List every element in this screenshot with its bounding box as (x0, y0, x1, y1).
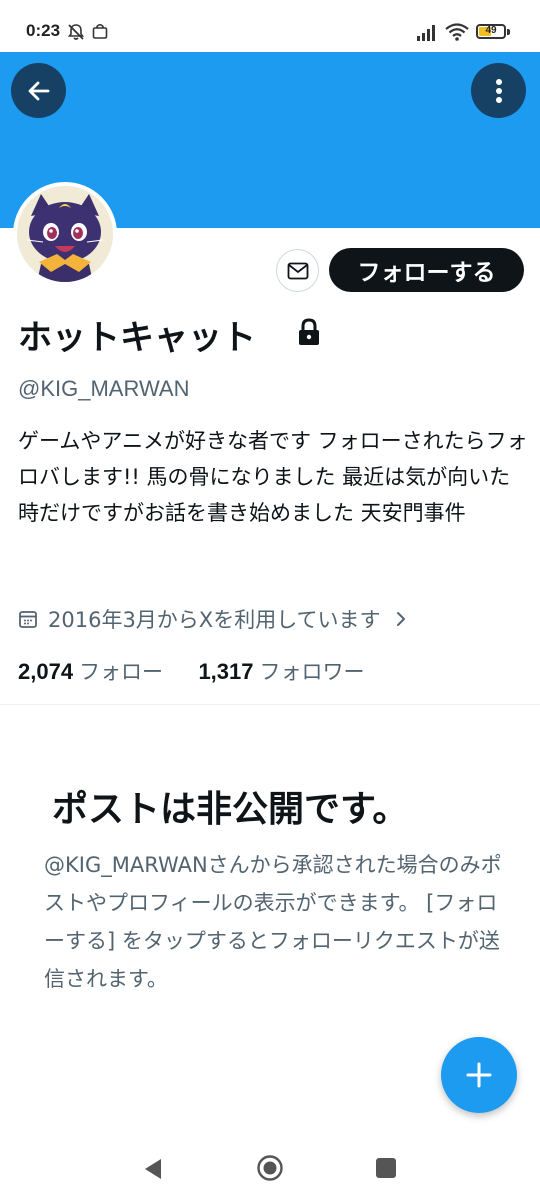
calendar-icon (19, 611, 37, 628)
compose-button[interactable] (441, 1037, 517, 1113)
follow-button[interactable]: フォローする (329, 248, 524, 292)
shopping-bag-icon (92, 23, 108, 39)
system-nav-bar (0, 1140, 540, 1200)
nav-home-icon[interactable] (256, 1154, 284, 1182)
wifi-icon (445, 23, 469, 41)
vertical-dots-icon (495, 78, 502, 103)
mute-bell-icon (67, 24, 85, 40)
handle: @KIG_MARWAN (18, 376, 190, 401)
envelope-icon (287, 262, 308, 279)
chevron-right-icon (396, 612, 405, 626)
plus-icon (466, 1062, 492, 1088)
followers-link[interactable]: 1,317 フォロワー (198, 659, 365, 684)
message-button[interactable] (276, 249, 319, 292)
more-options-button[interactable] (471, 63, 526, 118)
following-label: フォロー (79, 660, 164, 684)
divider (0, 704, 540, 705)
arrow-left-icon (28, 81, 49, 100)
avatar[interactable] (13, 182, 117, 286)
battery-level: 49 (485, 25, 497, 36)
nav-back-icon[interactable] (143, 1157, 163, 1181)
follow-stats: 2,074 フォロー 1,317 フォロワー (18, 656, 365, 686)
following-count: 2,074 (18, 659, 74, 684)
bio: ゲームやアニメが好きな者です フォローされたらフォロバします!! 馬の骨になりま… (18, 429, 528, 525)
status-time: 0:23 (26, 21, 61, 40)
followers-label: フォロワー (259, 660, 365, 684)
following-link[interactable]: 2,074 フォロー (18, 659, 170, 684)
avatar-image (17, 186, 113, 282)
nav-recents-icon[interactable] (375, 1157, 397, 1179)
back-button[interactable] (11, 63, 66, 118)
battery-tip (507, 29, 510, 35)
private-notice-title: ポストは非公開です。 (52, 789, 409, 830)
status-bar: 0:23 49 (0, 0, 540, 52)
joined-text: 2016年3月からXを利用しています (48, 608, 381, 632)
signal-icon (417, 25, 435, 41)
lock-icon (299, 318, 319, 345)
battery-icon: 49 (476, 24, 506, 39)
private-notice-body: @KIG_MARWANさんから承認された場合のみポストやプロフィールの表示ができ… (44, 853, 502, 991)
followers-count: 1,317 (198, 659, 254, 684)
joined-date-row[interactable]: 2016年3月からXを利用しています (18, 604, 407, 634)
display-name: ホットキャット (18, 318, 256, 358)
